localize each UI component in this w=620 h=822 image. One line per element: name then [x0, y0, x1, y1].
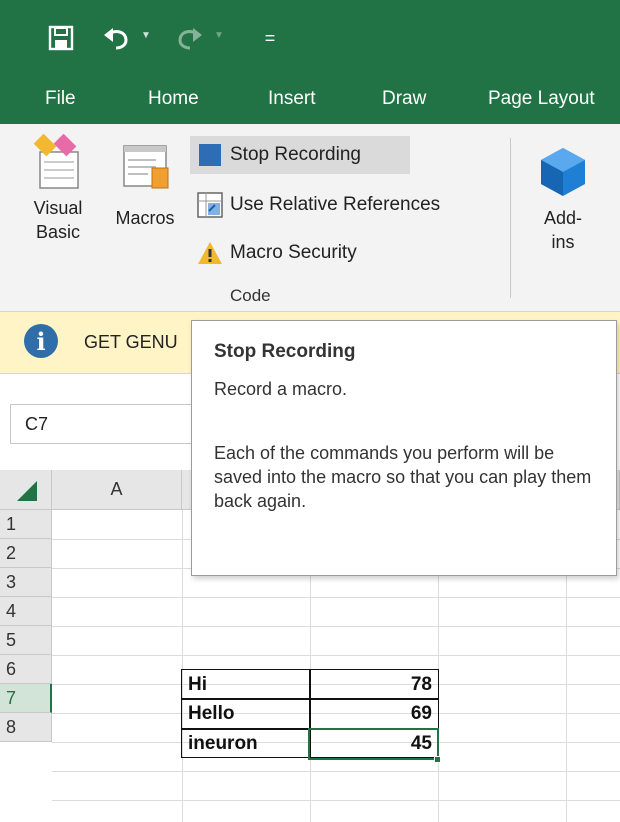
row-header-3[interactable]: 3	[0, 568, 52, 597]
row-header-5[interactable]: 5	[0, 626, 52, 655]
macro-security-button[interactable]: Macro Security	[190, 234, 410, 272]
row-header-7[interactable]: 7	[0, 684, 52, 713]
undo-icon[interactable]	[100, 22, 134, 54]
tab-home[interactable]: Home	[148, 88, 199, 110]
cell-c5[interactable]: 78	[310, 670, 438, 699]
macros-icon	[104, 134, 186, 196]
macros-button[interactable]: Macros	[104, 134, 186, 230]
visual-basic-button[interactable]: Visual Basic	[22, 133, 94, 244]
gridline	[182, 510, 183, 822]
column-header-a[interactable]: A	[52, 470, 182, 510]
gridline	[52, 597, 620, 598]
tab-draw[interactable]: Draw	[382, 88, 426, 110]
tab-insert[interactable]: Insert	[268, 88, 316, 110]
gridline	[52, 771, 620, 772]
tab-page-layout[interactable]: Page Layout	[488, 88, 595, 110]
row-header-8[interactable]: 8	[0, 713, 52, 742]
row-header-2[interactable]: 2	[0, 539, 52, 568]
ribbon-developer-panel: Visual Basic Macros Stop Recording Use R…	[0, 124, 620, 312]
tooltip-body: Each of the commands you perform will be…	[214, 443, 592, 511]
macros-label: Macros	[115, 208, 175, 228]
row-header-1[interactable]: 1	[0, 510, 52, 539]
stop-recording-label: Stop Recording	[230, 144, 361, 165]
gridline	[52, 800, 620, 801]
redo-icon[interactable]	[172, 22, 206, 54]
customize-qat-icon[interactable]: =	[258, 22, 282, 54]
name-box-value: C7	[25, 414, 49, 434]
warning-icon	[196, 239, 224, 267]
add-ins-label-line2: ins	[551, 232, 575, 252]
name-box[interactable]: C7	[10, 404, 210, 444]
visual-basic-icon	[22, 133, 94, 196]
add-ins-label-line1: Add-	[543, 208, 583, 228]
select-all-corner[interactable]	[0, 470, 52, 510]
undo-dropdown-icon[interactable]: ▼	[141, 30, 151, 41]
gridline	[52, 626, 620, 627]
stop-recording-button[interactable]: Stop Recording	[190, 136, 410, 174]
tab-file[interactable]: File	[45, 88, 76, 110]
relative-references-icon	[196, 191, 224, 219]
cell-b6[interactable]: Hello	[182, 699, 309, 728]
stop-recording-tooltip: Stop Recording Record a macro. Each of t…	[191, 320, 617, 576]
cell-c6[interactable]: 69	[310, 699, 438, 728]
customize-qat-glyph: =	[264, 27, 276, 48]
cell-b7[interactable]: ineuron	[182, 729, 309, 758]
quick-access-toolbar: ▼ ▼ =	[0, 0, 620, 76]
ribbon-tabs: File Home Insert Draw Page Layout	[0, 76, 620, 124]
tooltip-title: Stop Recording	[214, 341, 356, 362]
tooltip-subtitle: Record a macro.	[214, 379, 348, 399]
macro-security-label: Macro Security	[230, 242, 357, 263]
code-group-label: Code	[230, 286, 271, 305]
visual-basic-label-line2: Basic	[35, 222, 80, 242]
cell-c7[interactable]: 45	[310, 729, 438, 758]
stop-square-icon	[196, 141, 224, 169]
use-relative-references-label: Use Relative References	[230, 194, 441, 215]
info-icon: i	[24, 324, 58, 358]
gridline	[52, 655, 620, 656]
add-ins-cube-icon	[530, 142, 596, 206]
message-bar-text: GET GENU	[84, 332, 178, 352]
save-icon[interactable]	[46, 22, 76, 54]
row-header-6[interactable]: 6	[0, 655, 52, 684]
ribbon-group-separator	[510, 138, 511, 298]
redo-dropdown-icon[interactable]: ▼	[214, 30, 224, 41]
use-relative-references-button[interactable]: Use Relative References	[190, 186, 490, 224]
row-header-4[interactable]: 4	[0, 597, 52, 626]
add-ins-button[interactable]: Add- ins	[530, 142, 596, 254]
visual-basic-label-line1: Visual	[33, 198, 83, 218]
cell-b5[interactable]: Hi	[182, 670, 309, 699]
